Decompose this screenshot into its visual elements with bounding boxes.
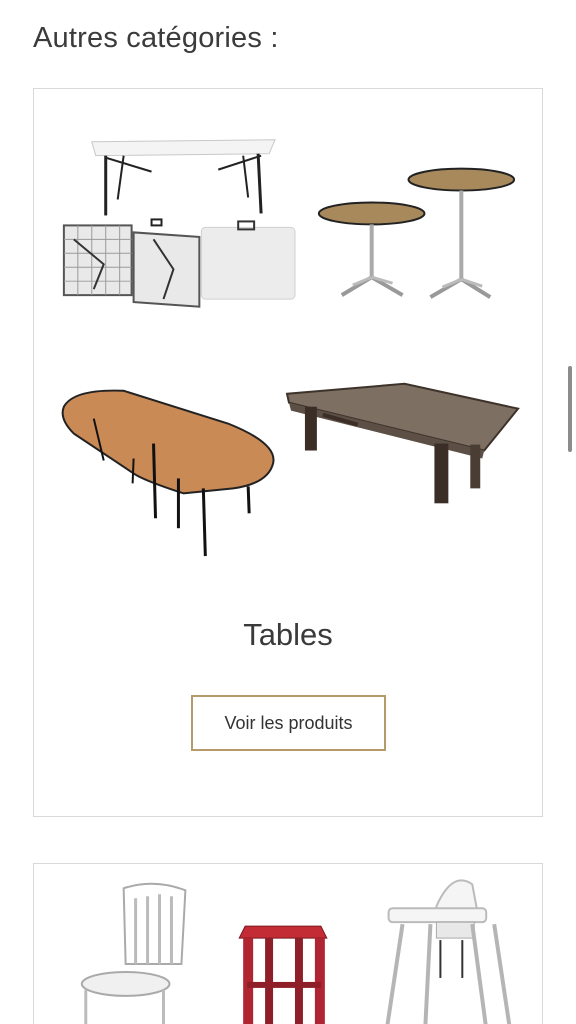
oval-banquet-table-icon xyxy=(61,389,275,557)
white-chair-icon xyxy=(80,882,187,1024)
category-card-tables[interactable]: Tables Voir les produits xyxy=(33,88,543,817)
view-products-button[interactable]: Voir les produits xyxy=(191,695,386,751)
folding-table-icon xyxy=(91,139,276,216)
red-stool-icon xyxy=(238,925,328,1024)
category-name: Tables xyxy=(243,617,333,652)
category-card-chairs[interactable] xyxy=(33,863,543,1024)
folded-table-case-icon xyxy=(200,220,296,300)
folded-table-grid-icon xyxy=(62,218,201,308)
cocktail-tables-icon xyxy=(317,167,516,299)
high-chair-icon xyxy=(385,879,512,1024)
section-title: Autres catégories : xyxy=(33,22,279,54)
chairs-image-icon xyxy=(80,879,512,1024)
page-scrollbar[interactable] xyxy=(568,366,572,452)
tables-image-icon xyxy=(61,139,520,557)
wooden-farm-table-icon xyxy=(285,382,520,504)
